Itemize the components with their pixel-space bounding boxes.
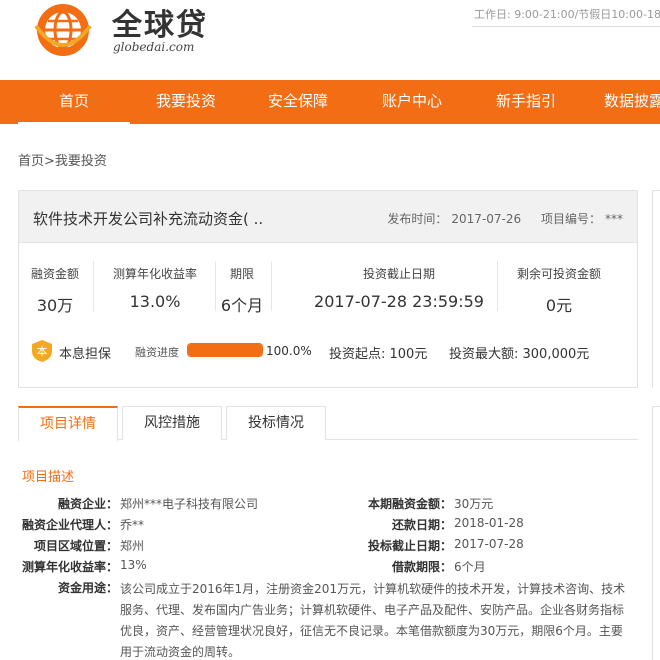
stat-value: 2017-07-28 23:59:59 bbox=[314, 292, 484, 311]
min-invest: 投资起点: 100元 bbox=[329, 347, 428, 362]
breadcrumb[interactable]: 首页>我要投资 bbox=[18, 150, 107, 169]
nav-item-security[interactable]: 安全保障 bbox=[242, 80, 354, 124]
sidebar-panel-edge bbox=[652, 406, 660, 660]
detail-key: 还款日期： bbox=[391, 518, 452, 532]
detail-key: 融资企业代理人： bbox=[21, 518, 118, 532]
sidebar-panel-edge bbox=[652, 190, 660, 388]
tab-project-details[interactable]: 项目详情 bbox=[18, 406, 118, 441]
stat-value: 6个月 bbox=[220, 296, 264, 315]
project-meta: 发布时间： 2017-07-26 项目编号： *** bbox=[383, 210, 623, 227]
detail-key: 融资企业： bbox=[57, 497, 118, 511]
detail-tabs: 项目详情 风控措施 投标情况 bbox=[18, 406, 638, 441]
stat-amount: 融资金额 30万 bbox=[27, 265, 83, 316]
logo-title[interactable]: 全球贷 bbox=[112, 0, 208, 44]
shield-icon: 本 bbox=[32, 340, 52, 362]
detail-value: 乔** bbox=[120, 518, 145, 532]
publish-label: 发布时间： bbox=[387, 212, 448, 226]
stat-value: 30万 bbox=[36, 296, 74, 315]
progress-bar bbox=[187, 343, 263, 357]
stat-rate: 测算年化收益率 13.0% bbox=[103, 265, 207, 311]
detail-key: 本期融资金额： bbox=[367, 497, 452, 511]
stat-label: 融资金额 bbox=[30, 267, 79, 281]
site-header: 全球贷 globedai.com 工作日: 9:00-21:00/节假日10:0… bbox=[0, 0, 660, 80]
publish-date: 2017-07-26 bbox=[451, 212, 522, 226]
detail-value: 郑州***电子科技有限公司 bbox=[120, 497, 259, 511]
code-value: *** bbox=[605, 212, 623, 226]
stat-deadline: 投资截止日期 2017-07-28 23:59:59 bbox=[289, 265, 509, 311]
detail-key: 项目区域位置： bbox=[33, 539, 118, 553]
stat-divider bbox=[497, 261, 498, 311]
nav-item-account[interactable]: 账户中心 bbox=[354, 80, 470, 124]
shield-icon-text: 本 bbox=[37, 344, 48, 358]
guarantee-text: 本息担保 bbox=[59, 347, 112, 362]
detail-value: 13% bbox=[120, 558, 147, 572]
nav-item-invest[interactable]: 我要投资 bbox=[130, 80, 242, 124]
stat-remaining: 剩余可投资金额 0元 bbox=[509, 265, 609, 316]
logo-url: globedai.com bbox=[113, 40, 195, 54]
stat-value: 13.0% bbox=[129, 292, 181, 311]
detail-value: 2017-07-28 bbox=[454, 537, 524, 551]
detail-value: 2018-01-28 bbox=[454, 516, 524, 530]
stat-term: 期限 6个月 bbox=[219, 265, 265, 316]
globe-logo-icon[interactable] bbox=[28, 0, 98, 62]
progress-value: 100.0% bbox=[266, 344, 312, 358]
usage-description: 该公司成立于2016年1月，注册资金201万元，计算机软硬件的技术开发，计算技术… bbox=[120, 582, 626, 659]
worktime-text: 工作日: 9:00-21:00/节假日10:00-18 bbox=[474, 8, 660, 21]
stat-divider bbox=[215, 261, 216, 311]
detail-key: 投标截止日期： bbox=[367, 539, 452, 553]
detail-value: 6个月 bbox=[454, 560, 486, 574]
usage-key: 资金用途： bbox=[57, 581, 118, 595]
stat-value: 0元 bbox=[545, 296, 573, 315]
section-title: 项目描述 bbox=[22, 470, 75, 485]
progress-fill bbox=[188, 344, 262, 356]
nav-item-home[interactable]: 首页 bbox=[18, 80, 130, 124]
tab-risk-control[interactable]: 风控措施 bbox=[122, 406, 222, 440]
stat-label: 剩余可投资金额 bbox=[516, 267, 601, 281]
detail-value: 郑州 bbox=[120, 539, 145, 553]
project-card-header: 软件技术开发公司补充流动资金( .. 发布时间： 2017-07-26 项目编号：… bbox=[19, 191, 637, 243]
stat-divider bbox=[271, 261, 272, 311]
nav-item-disclosure[interactable]: 数据披露 bbox=[604, 80, 660, 124]
detail-key: 借款期限： bbox=[391, 560, 452, 574]
tab-bid-status[interactable]: 投标情况 bbox=[226, 406, 326, 440]
project-title: 软件技术开发公司补充流动资金( .. bbox=[33, 210, 264, 228]
detail-value: 30万元 bbox=[454, 497, 494, 511]
progress-label: 融资进度 bbox=[135, 346, 179, 359]
code-label: 项目编号： bbox=[540, 212, 601, 226]
stat-divider bbox=[93, 261, 94, 311]
detail-key: 测算年化收益率： bbox=[21, 560, 118, 574]
nav-item-guide[interactable]: 新手指引 bbox=[470, 80, 582, 124]
max-invest: 投资最大额: 300,000元 bbox=[449, 347, 590, 362]
header-divider bbox=[472, 26, 660, 27]
project-summary-card: 软件技术开发公司补充流动资金( .. 发布时间： 2017-07-26 项目编号：… bbox=[18, 190, 638, 388]
main-nav: 首页 我要投资 安全保障 账户中心 新手指引 数据披露 bbox=[0, 80, 660, 124]
stat-label: 投资截止日期 bbox=[362, 267, 435, 281]
stat-label: 测算年化收益率 bbox=[112, 267, 197, 281]
stat-label: 期限 bbox=[229, 267, 254, 281]
